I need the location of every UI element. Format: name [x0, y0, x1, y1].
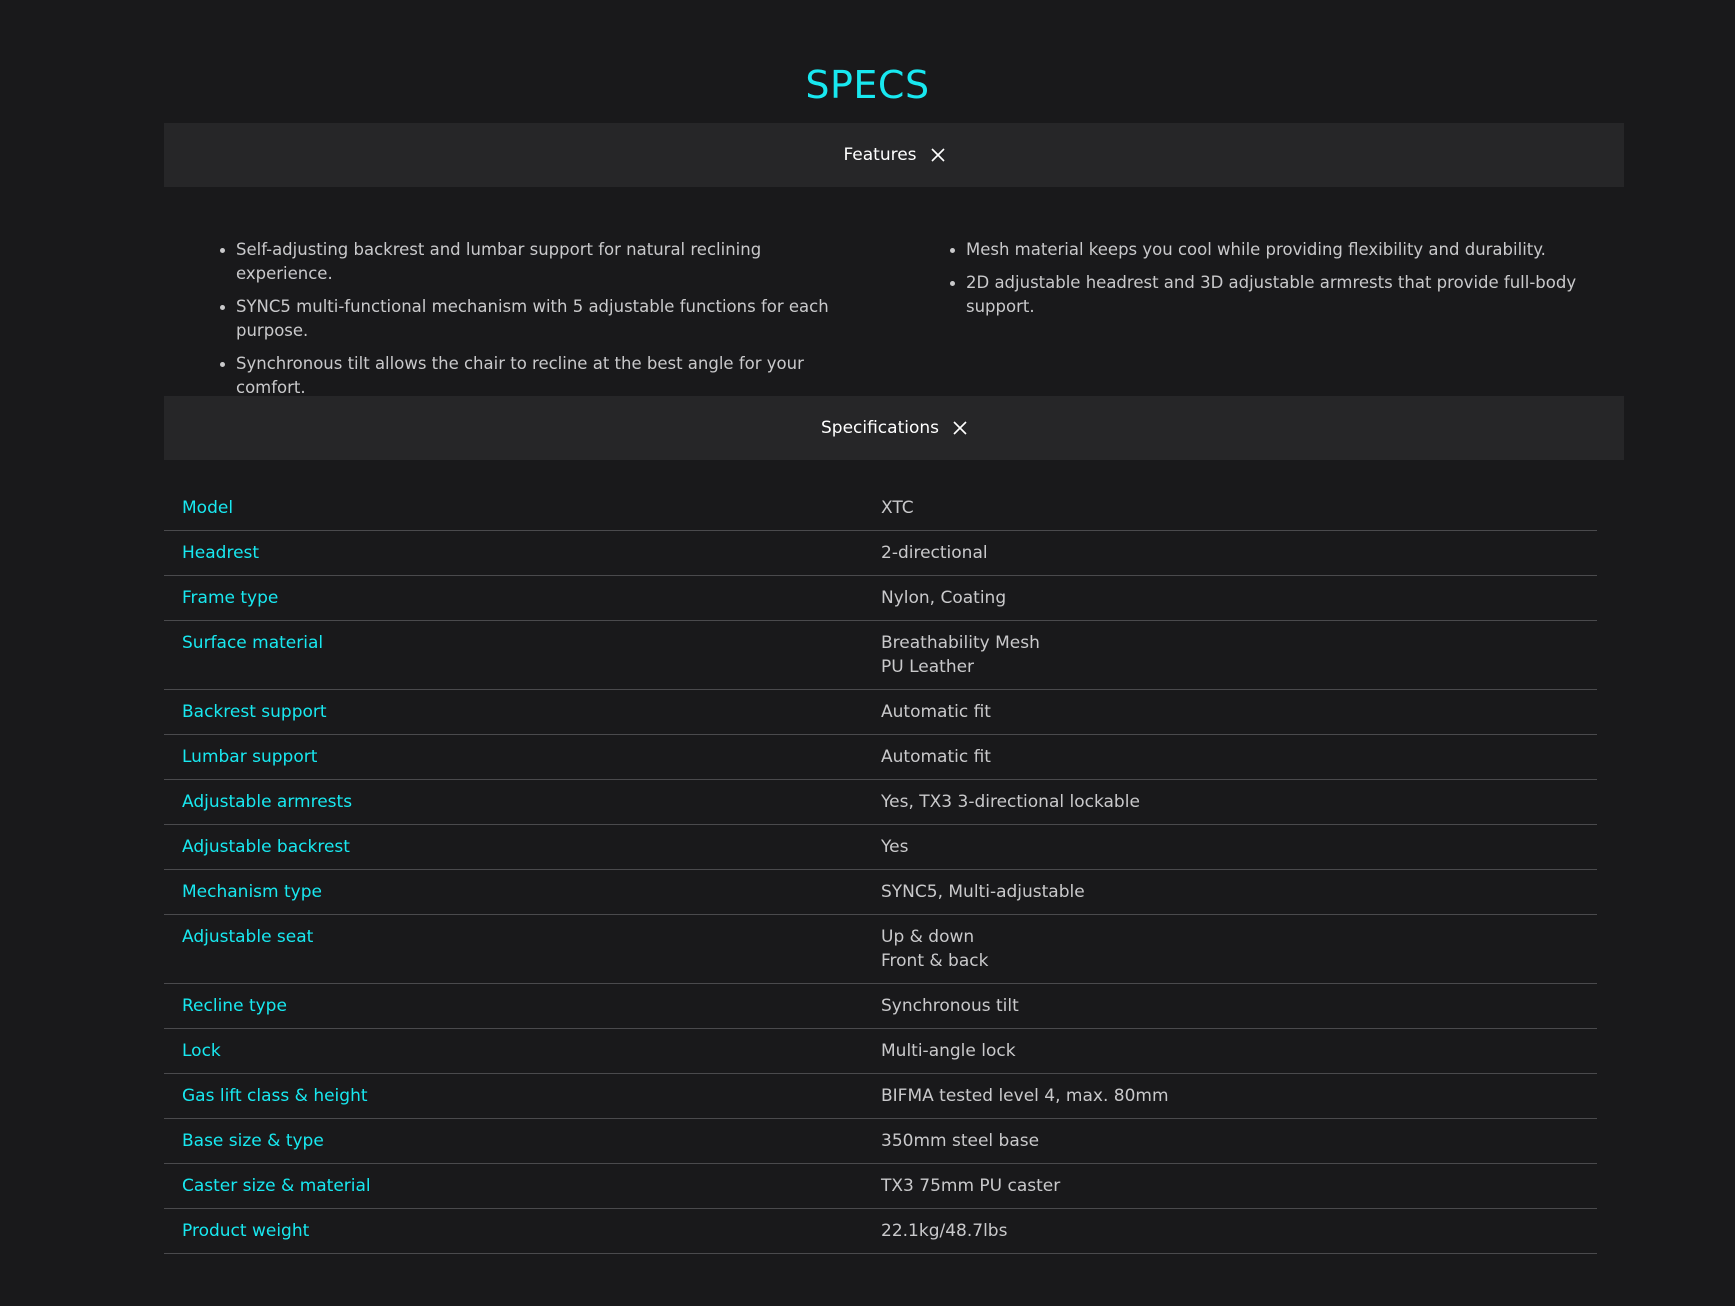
table-row: Adjustable armrests Yes, TX3 3-directiona… [164, 780, 1597, 825]
spec-value-line: TX3 75mm PU caster [881, 1176, 1061, 1196]
spec-label: Headrest [182, 543, 260, 563]
spec-value-line: Nylon, Coating [881, 588, 1007, 608]
table-row: Base size & type 350mm steel base [164, 1119, 1597, 1164]
spec-value-line: Synchronous tilt [881, 996, 1019, 1016]
feature-item: Synchronous tilt allows the chair to rec… [219, 352, 859, 400]
spec-value: Synchronous tilt [881, 984, 1597, 1028]
spec-value-line: Multi-angle lock [881, 1041, 1016, 1061]
table-row: Frame type Nylon, Coating [164, 576, 1597, 621]
feature-item: Mesh material keeps you cool while provi… [949, 238, 1579, 262]
spec-value-line: Up & down [881, 927, 975, 947]
table-row: Mechanism type SYNC5, Multi-adjustable [164, 870, 1597, 915]
specifications-section-toggle[interactable]: Specifications [164, 396, 1624, 460]
spec-value-line: PU Leather [881, 657, 975, 677]
spec-value: 22.1kg/48.7lbs [881, 1209, 1597, 1253]
spec-label: Surface material [182, 633, 324, 653]
features-right-column: Mesh material keeps you cool while provi… [949, 238, 1579, 328]
spec-value: BIFMA tested level 4, max. 80mm [881, 1074, 1597, 1118]
spec-value: TX3 75mm PU caster [881, 1164, 1597, 1208]
spec-label: Frame type [182, 588, 279, 608]
spec-value-line: 350mm steel base [881, 1131, 1040, 1151]
spec-label: Backrest support [182, 702, 327, 722]
spec-value-line: Automatic fit [881, 702, 991, 722]
table-row: Caster size & material TX3 75mm PU caster [164, 1164, 1597, 1209]
table-row: Backrest support Automatic fit [164, 690, 1597, 735]
close-icon [930, 148, 945, 162]
feature-item: Self-adjusting backrest and lumbar suppo… [219, 238, 859, 286]
features-left-column: Self-adjusting backrest and lumbar suppo… [219, 238, 859, 409]
table-row: Lock Multi-angle lock [164, 1029, 1597, 1074]
spec-label: Model [182, 498, 234, 518]
page-title: SPECS [805, 63, 930, 107]
spec-label: Lock [182, 1041, 221, 1061]
spec-label: Caster size & material [182, 1176, 371, 1196]
spec-value: 350mm steel base [881, 1119, 1597, 1163]
features-section-title: Features [843, 145, 917, 165]
spec-value-line: XTC [881, 498, 914, 518]
spec-value: Automatic fit [881, 690, 1597, 734]
spec-label: Adjustable armrests [182, 792, 353, 812]
specifications-section-title: Specifications [820, 418, 939, 438]
spec-value: XTC [881, 486, 1597, 530]
spec-label: Base size & type [182, 1131, 324, 1151]
table-row: Gas lift class & height BIFMA tested leve… [164, 1074, 1597, 1119]
spec-value: 2-directional [881, 531, 1597, 575]
table-row: Model XTC [164, 486, 1597, 531]
spec-label: Mechanism type [182, 882, 322, 902]
spec-label: Recline type [182, 996, 287, 1016]
table-row: Recline type Synchronous tilt [164, 984, 1597, 1029]
spec-value-line: Yes [881, 837, 909, 857]
spec-value-line: 2-directional [881, 543, 988, 563]
table-row: Product weight 22.1kg/48.7lbs [164, 1209, 1597, 1254]
spec-value: SYNC5, Multi-adjustable [881, 870, 1597, 914]
spec-label: Product weight [182, 1221, 310, 1241]
spec-value: Multi-angle lock [881, 1029, 1597, 1073]
spec-label: Gas lift class & height [182, 1086, 368, 1106]
spec-value: Yes, TX3 3-directional lockable [881, 780, 1597, 824]
spec-value: Nylon, Coating [881, 576, 1597, 620]
spec-value-line: 22.1kg/48.7lbs [881, 1221, 1008, 1241]
features-section-toggle[interactable]: Features [164, 123, 1624, 187]
spec-value-line: SYNC5, Multi-adjustable [881, 882, 1085, 902]
spec-value-line: Breathability Mesh [881, 633, 1040, 653]
table-row: Lumbar support Automatic fit [164, 735, 1597, 780]
spec-label: Adjustable seat [182, 927, 314, 947]
table-row: Surface material Breathability Mesh PU Lea… [164, 621, 1597, 690]
spec-label: Adjustable backrest [182, 837, 350, 857]
spec-value: Up & down Front & back [881, 915, 1597, 983]
spec-value-line: Automatic fit [881, 747, 991, 767]
feature-item: SYNC5 multi-functional mechanism with 5 … [219, 295, 859, 343]
feature-item: 2D adjustable headrest and 3D adjustable… [949, 271, 1579, 319]
spec-label: Lumbar support [182, 747, 318, 767]
spec-value: Yes [881, 825, 1597, 869]
spec-value-line: BIFMA tested level 4, max. 80mm [881, 1086, 1169, 1106]
spec-value-line: Yes, TX3 3-directional lockable [881, 792, 1140, 812]
table-row: Adjustable seat Up & down Front & back [164, 915, 1597, 984]
spec-value: Breathability Mesh PU Leather [881, 621, 1597, 689]
close-icon [953, 421, 967, 435]
spec-value-line: Front & back [881, 951, 989, 971]
specifications-table: Model XTC Headrest 2-directional Frame type N… [164, 486, 1597, 1254]
table-row: Headrest 2-directional [164, 531, 1597, 576]
spec-value: Automatic fit [881, 735, 1597, 779]
table-row: Adjustable backrest Yes [164, 825, 1597, 870]
